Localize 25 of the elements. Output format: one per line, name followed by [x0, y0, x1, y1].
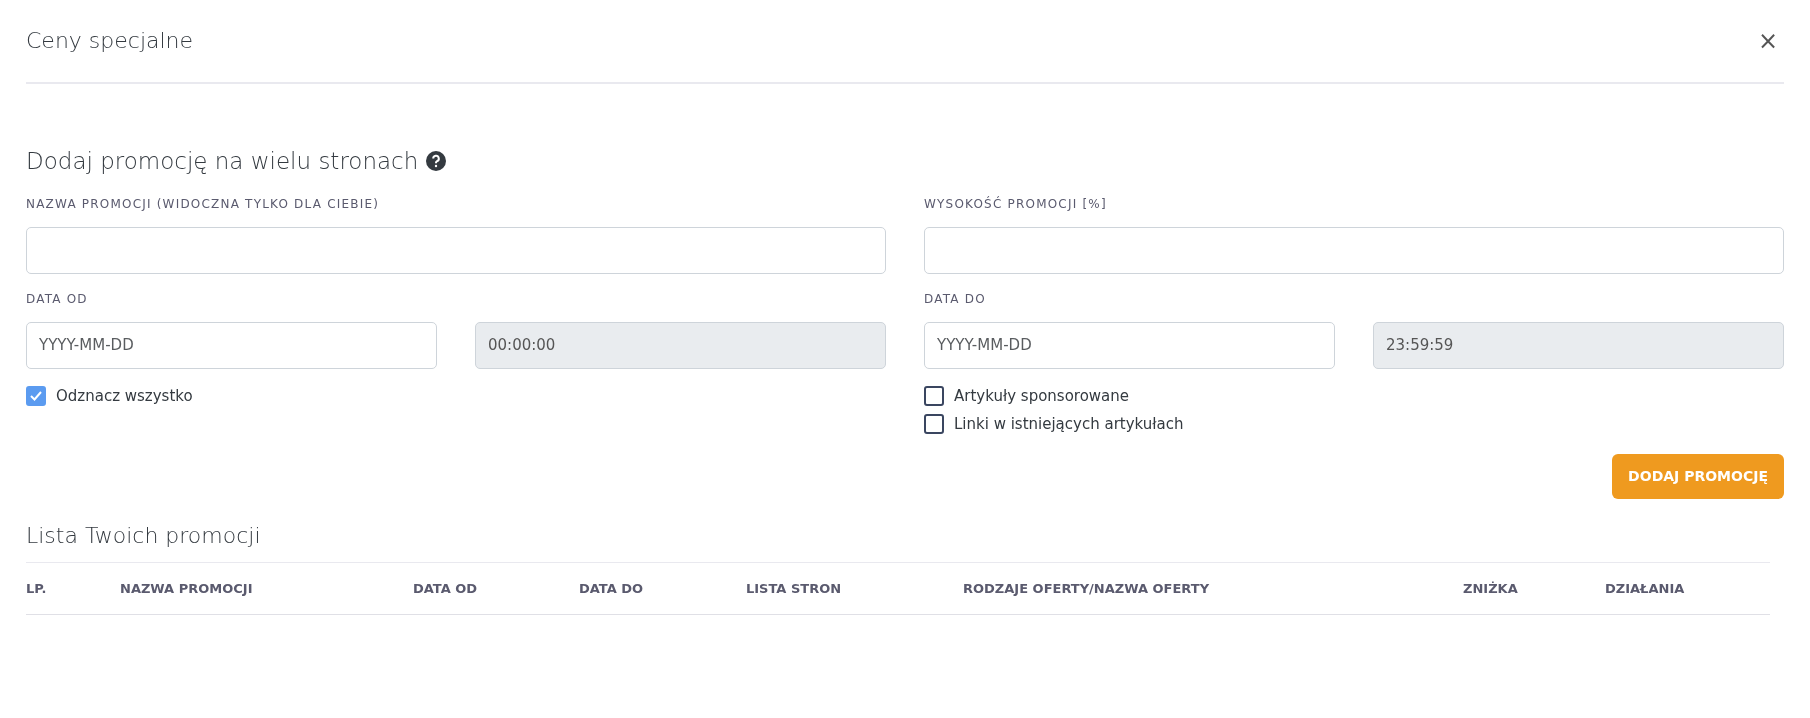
checkbox[interactable]: [924, 414, 944, 435]
field-label: DATA OD: [26, 290, 89, 308]
field-label: WYSOKOŚĆ PROMOCJI [%]: [924, 195, 1108, 213]
column-header: DATA OD: [413, 579, 479, 598]
end-date-field[interactable]: YYYY-MM-DD: [924, 321, 1335, 369]
section-heading: Dodaj promocję na wielu stronach: [26, 147, 419, 176]
list-title: Lista Twoich promocji: [26, 521, 262, 550]
checkbox[interactable]: [26, 385, 46, 406]
checkbox[interactable]: [924, 385, 944, 406]
checkbox-label: Odznacz wszystko: [56, 385, 193, 407]
checkbox-label: Linki w istniejących artykułach: [954, 414, 1184, 435]
modal-title: Ceny specjalne: [26, 27, 194, 55]
column-header: NAZWA PROMOCJI: [120, 579, 254, 598]
column-header: LP.: [26, 579, 48, 598]
column-header: LISTA STRON: [746, 579, 843, 598]
field-label: DATA DO: [924, 290, 987, 308]
help-icon[interactable]: [426, 151, 447, 172]
column-header: RODZAJE OFERTY/NAZWA OFERTY: [963, 579, 1211, 598]
column-header: DZIAŁANIA: [1605, 579, 1686, 598]
checkbox-label: Artykuły sponsorowane: [954, 385, 1130, 407]
start-date-field[interactable]: YYYY-MM-DD: [26, 321, 437, 369]
close-button[interactable]: ×: [1751, 29, 1784, 53]
column-header: ZNIŻKA: [1463, 579, 1519, 598]
column-header: DATA DO: [579, 579, 645, 598]
field-label: NAZWA PROMOCJI (WIDOCZNA TYLKO DLA CIEBIE): [26, 195, 381, 213]
